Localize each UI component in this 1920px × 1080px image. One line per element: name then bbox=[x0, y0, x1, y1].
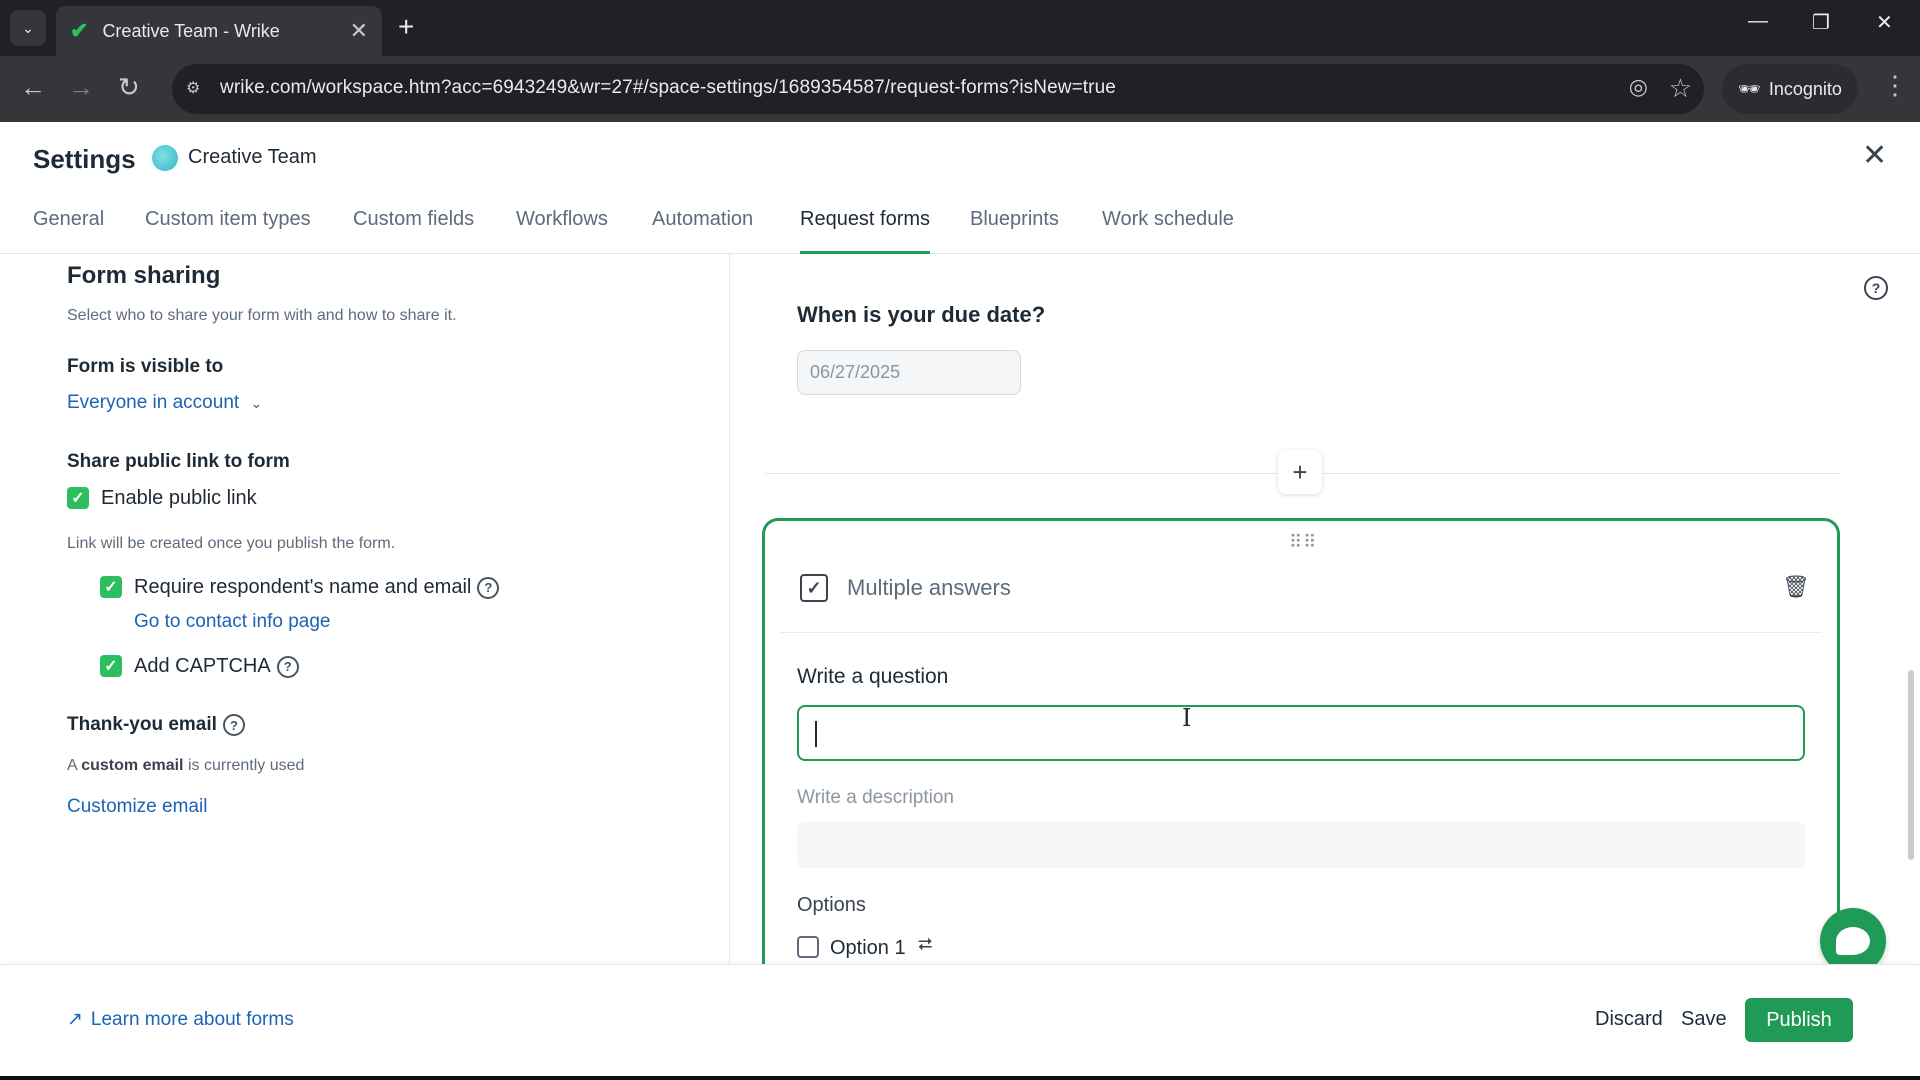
page-title: Settings bbox=[33, 144, 136, 174]
captcha-row: Add CAPTCHA? bbox=[134, 655, 299, 678]
option-label[interactable]: Option 1 bbox=[830, 937, 906, 960]
external-link-icon: ↗ bbox=[67, 1009, 83, 1030]
enable-public-link-checkbox[interactable]: ✓ bbox=[67, 487, 89, 509]
space-name: Creative Team bbox=[188, 146, 317, 168]
tab-search-icon[interactable]: ⌄ bbox=[10, 10, 46, 46]
learn-more-link[interactable]: ↗ Learn more about forms bbox=[67, 1008, 294, 1031]
plus-icon: + bbox=[1292, 456, 1308, 487]
discard-button[interactable]: Discard bbox=[1595, 1008, 1663, 1031]
contact-info-link[interactable]: Go to contact info page bbox=[134, 611, 330, 633]
tab-custom-fields[interactable]: Custom fields bbox=[353, 208, 474, 254]
question-input[interactable] bbox=[797, 705, 1805, 761]
tab-work-schedule[interactable]: Work schedule bbox=[1102, 208, 1234, 254]
branch-icon[interactable]: ⮂ bbox=[918, 934, 932, 955]
help-icon[interactable]: ? bbox=[222, 714, 245, 736]
require-name-email-row: Require respondent's name and email? bbox=[134, 576, 500, 599]
url-text[interactable]: wrike.com/workspace.htm?acc=6943249&wr=2… bbox=[220, 77, 1116, 99]
restore-icon[interactable]: ❐ bbox=[1812, 10, 1830, 35]
thankyou-note-suffix: is currently used bbox=[183, 757, 305, 774]
thankyou-note: A custom email is currently used bbox=[67, 757, 304, 775]
address-bar[interactable]: ⚙ wrike.com/workspace.htm?acc=6943249&wr… bbox=[172, 64, 1704, 114]
text-cursor-icon: I bbox=[1182, 704, 1192, 732]
thankyou-note-prefix: A bbox=[67, 757, 82, 774]
bottom-edge bbox=[0, 1076, 1920, 1080]
close-settings-icon[interactable]: ✕ bbox=[1862, 138, 1887, 173]
require-name-email-checkbox[interactable]: ✓ bbox=[100, 576, 122, 598]
help-icon[interactable]: ? bbox=[477, 576, 500, 599]
scrollbar-thumb[interactable] bbox=[1908, 670, 1914, 860]
customize-email-link[interactable]: Customize email bbox=[67, 796, 207, 818]
learn-more-label: Learn more about forms bbox=[90, 1008, 294, 1030]
drag-handle-icon[interactable]: ⠿⠿ bbox=[1289, 532, 1317, 553]
tab-blueprints[interactable]: Blueprints bbox=[970, 208, 1059, 254]
eye-off-icon[interactable]: ◎ bbox=[1629, 74, 1648, 100]
visibility-value: Everyone in account bbox=[67, 392, 240, 413]
help-icon[interactable]: ? bbox=[276, 655, 299, 678]
add-question-button[interactable]: + bbox=[1278, 450, 1322, 494]
browser-tab-bar: ⌄ ✔ Creative Team - Wrike ✕ + — ❐ ✕ bbox=[0, 0, 1920, 56]
tab-custom-item-types[interactable]: Custom item types bbox=[145, 208, 311, 254]
incognito-icon: 🕶 bbox=[1738, 78, 1761, 99]
thankyou-heading-row: Thank-you email? bbox=[67, 714, 245, 736]
thankyou-note-bold: custom email bbox=[81, 757, 184, 774]
forward-icon[interactable]: → bbox=[68, 72, 94, 102]
form-sharing-heading: Form sharing bbox=[67, 262, 221, 289]
close-window-icon[interactable]: ✕ bbox=[1876, 10, 1893, 35]
visibility-dropdown[interactable]: Everyone in account ⌄ bbox=[67, 392, 262, 414]
chevron-down-icon: ⌄ bbox=[250, 395, 263, 411]
incognito-indicator[interactable]: 🕶 Incognito bbox=[1722, 64, 1858, 114]
options-label: Options bbox=[797, 894, 866, 916]
captcha-checkbox[interactable]: ✓ bbox=[100, 655, 122, 677]
close-tab-icon[interactable]: ✕ bbox=[350, 18, 368, 44]
minimize-icon[interactable]: — bbox=[1748, 10, 1768, 33]
bookmark-star-icon[interactable]: ☆ bbox=[1669, 73, 1692, 104]
description-input[interactable] bbox=[797, 822, 1805, 868]
browser-toolbar: ← → ↻ ⚙ wrike.com/workspace.htm?acc=6943… bbox=[0, 56, 1920, 122]
browser-tab[interactable]: ✔ Creative Team - Wrike ✕ bbox=[56, 6, 382, 56]
tab-automation[interactable]: Automation bbox=[652, 208, 753, 254]
browser-menu-icon[interactable]: ⋮ bbox=[1882, 70, 1908, 101]
back-icon[interactable]: ← bbox=[20, 72, 46, 102]
enable-public-link-label: Enable public link bbox=[101, 487, 257, 509]
card-divider bbox=[780, 632, 1822, 633]
description-label: Write a description bbox=[797, 787, 954, 808]
option-checkbox[interactable] bbox=[797, 936, 819, 958]
publish-button[interactable]: Publish bbox=[1745, 998, 1853, 1042]
chat-bubble-icon bbox=[1836, 927, 1870, 955]
site-info-icon[interactable]: ⚙ bbox=[186, 78, 200, 98]
new-tab-icon[interactable]: + bbox=[398, 12, 414, 42]
tab-workflows[interactable]: Workflows bbox=[516, 208, 608, 254]
require-name-email-label: Require respondent's name and email bbox=[134, 576, 472, 598]
reload-icon[interactable]: ↻ bbox=[118, 72, 140, 102]
due-date-question: When is your due date? bbox=[797, 302, 1046, 327]
wrike-favicon-icon: ✔ bbox=[70, 18, 89, 43]
question-label: Write a question bbox=[797, 665, 949, 688]
tab-title: Creative Team - Wrike bbox=[102, 20, 280, 41]
incognito-label: Incognito bbox=[1768, 78, 1842, 99]
question-type-label[interactable]: Multiple answers bbox=[847, 575, 1011, 601]
tab-request-forms[interactable]: Request forms bbox=[800, 208, 931, 254]
text-caret bbox=[815, 721, 817, 747]
help-icon[interactable]: ? bbox=[1864, 276, 1888, 300]
public-link-heading: Share public link to form bbox=[67, 451, 290, 472]
settings-tabs: General Custom item types Custom fields … bbox=[0, 200, 1920, 254]
multiple-answers-icon: ✓ bbox=[800, 574, 828, 602]
visible-heading: Form is visible to bbox=[67, 356, 224, 377]
due-date-input[interactable]: 06/27/2025 bbox=[797, 350, 1021, 395]
tab-general[interactable]: General bbox=[33, 208, 104, 254]
thankyou-heading: Thank-you email bbox=[67, 714, 217, 736]
form-sharing-subtitle: Select who to share your form with and h… bbox=[67, 307, 457, 324]
delete-icon[interactable]: 🗑 bbox=[1782, 574, 1810, 600]
space-avatar-icon bbox=[152, 145, 178, 171]
save-button[interactable]: Save bbox=[1681, 1008, 1727, 1031]
link-note: Link will be created once you publish th… bbox=[67, 535, 396, 552]
captcha-label: Add CAPTCHA bbox=[134, 655, 271, 677]
